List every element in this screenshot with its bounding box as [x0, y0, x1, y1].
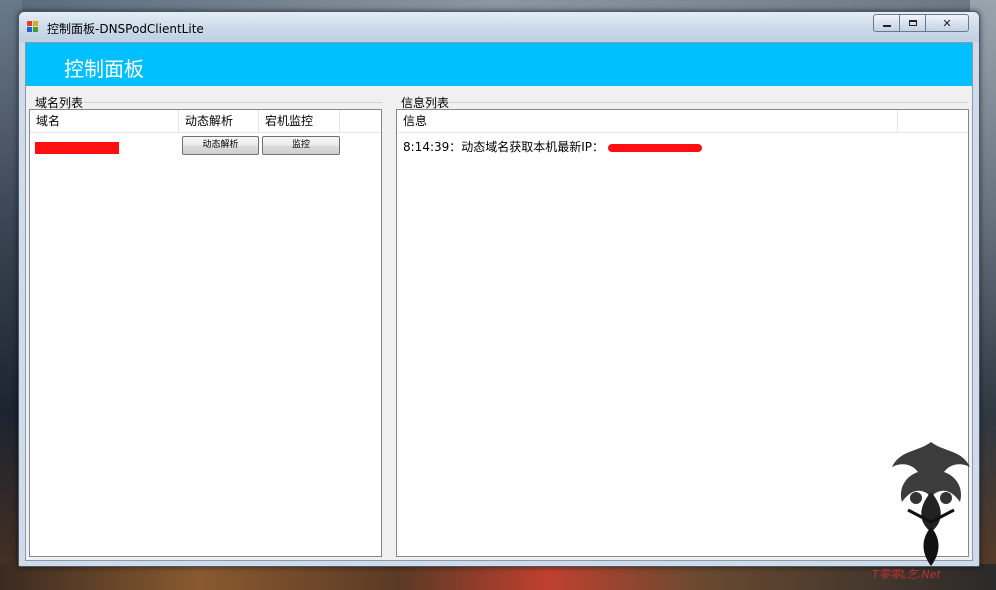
app-icon — [27, 21, 39, 33]
client-area: 控制面板 域名列表 域名 动态解析 宕机监控 动态解析 监控 信息列表 信息 8… — [25, 42, 973, 561]
minimize-button[interactable] — [873, 14, 900, 32]
maximize-icon — [908, 20, 917, 26]
domain-list[interactable]: 域名 动态解析 宕机监控 动态解析 监控 — [29, 109, 382, 557]
watermark-logo — [892, 442, 970, 566]
dynamic-resolve-button[interactable]: 动态解析 — [182, 136, 259, 155]
column-header-monitor[interactable]: 宕机监控 — [259, 110, 340, 132]
column-header-dynamic[interactable]: 动态解析 — [179, 110, 259, 132]
title-bar[interactable]: 控制面板-DNSPodClientLite ✕ — [19, 12, 979, 42]
page-title: 控制面板 — [64, 57, 144, 81]
column-header-spare — [898, 110, 968, 132]
list-item[interactable]: 8:14:39：动态域名获取本机最新IP： — [403, 138, 703, 155]
window-title: 控制面板-DNSPodClientLite — [47, 22, 204, 36]
message-text: 8:14:39：动态域名获取本机最新IP： — [403, 140, 605, 154]
monitor-button[interactable]: 监控 — [262, 136, 340, 155]
app-window: 控制面板-DNSPodClientLite ✕ 控制面板 域名列表 域名 动态解… — [18, 11, 980, 567]
info-list[interactable]: 信息 8:14:39：动态域名获取本机最新IP： — [396, 109, 969, 557]
window-controls: ✕ — [873, 14, 969, 34]
minimize-icon — [882, 24, 891, 27]
column-header-info[interactable]: 信息 — [397, 110, 898, 132]
domain-group-line — [84, 102, 382, 103]
watermark-text: T零零L乞.Net — [872, 568, 941, 581]
maximize-button[interactable] — [899, 14, 926, 32]
close-icon: ✕ — [942, 16, 952, 30]
table-row[interactable]: 动态解析 监控 — [30, 134, 381, 156]
desktop-bottom — [0, 564, 996, 590]
header-banner: 控制面板 — [26, 43, 972, 86]
info-list-header: 信息 — [397, 110, 968, 133]
info-group-line — [450, 102, 968, 103]
redacted-domain — [35, 142, 119, 154]
redacted-ip — [608, 143, 703, 152]
close-button[interactable]: ✕ — [925, 14, 969, 32]
domain-list-header: 域名 动态解析 宕机监控 — [30, 110, 381, 133]
column-header-domain[interactable]: 域名 — [30, 110, 179, 132]
